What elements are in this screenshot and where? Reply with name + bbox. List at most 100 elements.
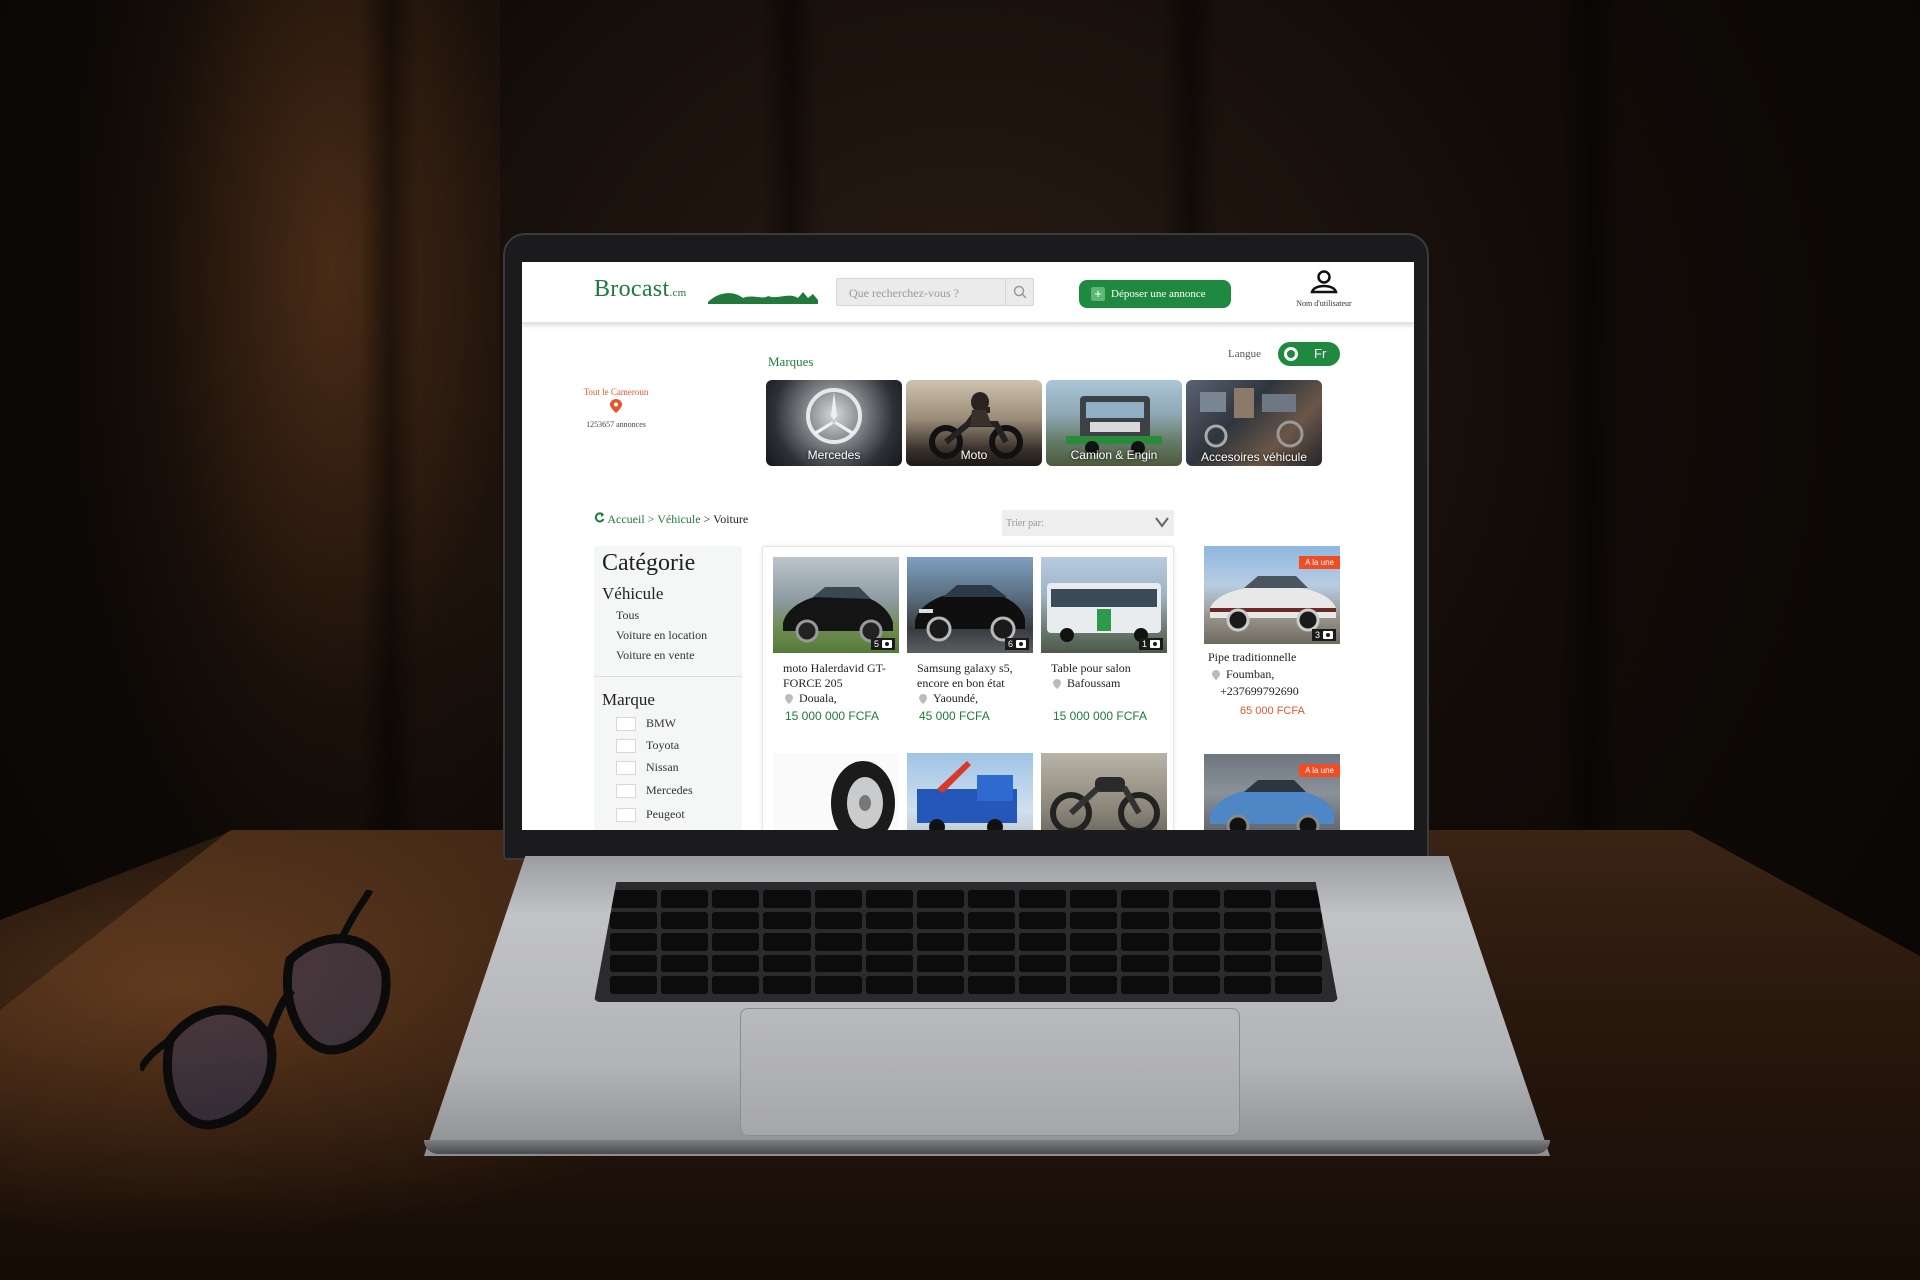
featured-price: 65 000 FCFA: [1240, 705, 1305, 717]
location-text: Yaoundé,: [933, 691, 979, 705]
listing-photo[interactable]: 5: [773, 557, 899, 653]
listing-price: 45 000 FCFA: [919, 709, 990, 723]
keyboard-key: [763, 976, 811, 994]
keyboard-key: [865, 933, 913, 951]
keyboard-key: [967, 976, 1016, 994]
checkbox[interactable]: [616, 716, 636, 731]
post-ad-button[interactable]: + Déposer une annonce: [1079, 280, 1231, 308]
sort-select[interactable]: Trier par:: [1002, 510, 1174, 536]
keyboard-key: [1121, 933, 1169, 951]
featured-card[interactable]: A la une 1: [1204, 754, 1340, 830]
keyboard-key: [712, 976, 760, 994]
keyboard-key: [610, 976, 658, 994]
keyboard-key: [1121, 911, 1169, 930]
keyboard-key: [1172, 911, 1220, 930]
keyboard-key: [814, 890, 862, 908]
map-pin-icon: [785, 693, 793, 704]
keyboard-key: [916, 911, 964, 930]
listing-location: Bafoussam: [1041, 676, 1167, 691]
featured-phone[interactable]: +237699792690: [1204, 684, 1340, 699]
keyboard-key: [1274, 976, 1322, 994]
listing-card[interactable]: [773, 753, 899, 830]
keyboard-key: [1172, 933, 1220, 951]
photo-count: 5: [873, 639, 879, 649]
brand-tile-moto[interactable]: Moto: [906, 380, 1042, 466]
brand-option-toyota[interactable]: Toyota: [616, 738, 679, 753]
keyboard-key: [712, 890, 760, 908]
chevron-down-icon: [1155, 517, 1169, 528]
wall-light: [80, 0, 500, 900]
brand-filter-title: Marque: [602, 690, 655, 709]
logo-hills-icon: [708, 292, 818, 304]
breadcrumb-category[interactable]: Véhicule: [657, 512, 700, 526]
listing-card[interactable]: 6 Samsung galaxy s5, encore en bon état …: [907, 557, 1033, 723]
location-text: Bafoussam: [1067, 676, 1121, 690]
keyboard-key: [916, 976, 964, 994]
search-button[interactable]: [1005, 279, 1033, 305]
listing-card[interactable]: 5 moto Halerdavid GT-FORCE 205 Douala, 1…: [773, 557, 899, 723]
photo-count: 1: [1141, 639, 1147, 649]
featured-card[interactable]: A la une 3 Pipe traditionnelle Foumban, …: [1204, 546, 1340, 717]
brand-tile-mercedes[interactable]: Mercedes: [766, 380, 902, 466]
listing-card[interactable]: [907, 753, 1033, 830]
listing-photo[interactable]: [1041, 753, 1167, 830]
keyboard-key: [1019, 890, 1067, 908]
brand-option-bmw[interactable]: BMW: [616, 716, 676, 731]
motorcycle-photo-icon: [1050, 777, 1160, 830]
keyboard-key: [1019, 911, 1067, 930]
site-logo[interactable]: Brocast.cm: [594, 276, 687, 303]
language-toggle[interactable]: Fr: [1278, 342, 1340, 366]
keyboard-key: [661, 911, 709, 930]
featured-ribbon: A la une: [1299, 556, 1340, 569]
featured-photo[interactable]: A la une 1: [1204, 754, 1340, 830]
checkbox[interactable]: [616, 783, 636, 798]
language-value: Fr: [1314, 346, 1327, 361]
keyboard-key: [1172, 954, 1220, 973]
breadcrumb-home[interactable]: Accueil: [607, 512, 644, 526]
location-filter[interactable]: Tout le Cameroun 1253657 annonces: [576, 387, 656, 429]
brand-tile-accessories[interactable]: Accesoires véhicule: [1186, 380, 1322, 466]
keyboard-key: [1070, 911, 1118, 930]
refresh-icon[interactable]: [594, 512, 605, 523]
keyboard-key: [1274, 890, 1322, 908]
category-section[interactable]: Véhicule: [602, 584, 663, 604]
checkbox[interactable]: [616, 807, 636, 822]
sidebar-item-all[interactable]: Tous: [616, 608, 639, 623]
user-icon: [1310, 270, 1338, 294]
checkbox[interactable]: [616, 738, 636, 753]
listing-photo[interactable]: 6: [907, 557, 1033, 653]
brand-label: Accesoires véhicule: [1200, 450, 1308, 464]
photo-count: 6: [1007, 639, 1013, 649]
listing-photo[interactable]: 1: [1041, 557, 1167, 653]
brand-tile-truck[interactable]: Camion & Engin: [1046, 380, 1182, 466]
listing-card[interactable]: [1041, 753, 1167, 830]
listing-photo[interactable]: [907, 753, 1033, 830]
user-menu[interactable]: Nom d'utilisateur: [1274, 270, 1374, 308]
brand-option-mercedes[interactable]: Mercedes: [616, 783, 693, 798]
ads-count: 1253657 annonces: [586, 420, 646, 429]
option-label: Nissan: [646, 760, 679, 774]
listing-card[interactable]: 1 Table pour salon Bafoussam 15 000 000 …: [1041, 557, 1167, 723]
option-label: Toyota: [646, 738, 680, 752]
brand-label: Camion & Engin: [1070, 448, 1158, 462]
search-input[interactable]: Que recherchez-vous ?: [849, 286, 959, 301]
eyeglasses: [140, 890, 391, 1130]
brand-option-nissan[interactable]: Nissan: [616, 760, 679, 775]
sidebar-item-rental[interactable]: Voiture en location: [616, 628, 707, 643]
wall-groove: [360, 0, 420, 860]
sidebar-item-sale[interactable]: Voiture en vente: [616, 648, 694, 663]
site-header: Brocast.cm Que recherchez-vous ? + Dépos…: [522, 262, 1414, 324]
search-icon: [1013, 285, 1027, 299]
keyboard-key: [1121, 890, 1169, 908]
listing-photo[interactable]: [773, 753, 899, 830]
breadcrumb-separator: >: [644, 512, 658, 526]
listing-title: Samsung galaxy s5, encore en bon état: [917, 661, 1013, 690]
brands-title: Marques: [768, 354, 814, 369]
keyboard-key: [1223, 911, 1271, 930]
divider: [594, 676, 742, 677]
checkbox[interactable]: [616, 760, 636, 775]
trackpad: [740, 1008, 1240, 1136]
brand-option-peugeot[interactable]: Peugeot: [616, 807, 685, 822]
keyboard-key: [661, 954, 709, 973]
featured-photo[interactable]: A la une 3: [1204, 546, 1340, 644]
